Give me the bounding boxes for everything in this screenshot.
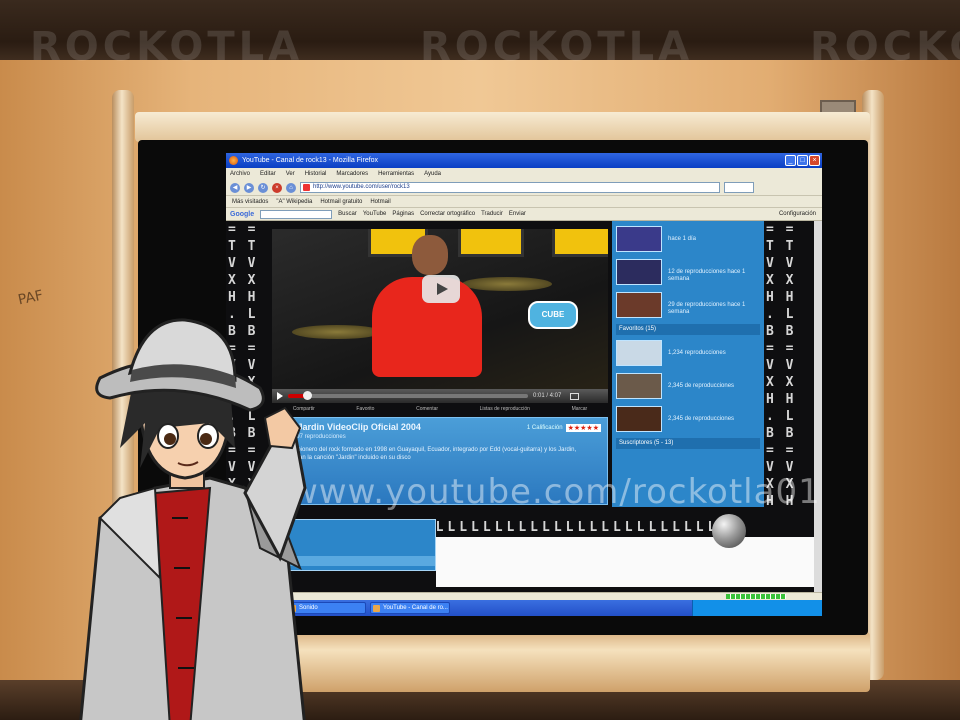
video-views: 197 reproducciones (293, 434, 346, 440)
address-bar[interactable]: http://www.youtube.com/user/rock13 (300, 182, 720, 193)
metal-orb (712, 514, 746, 548)
minimize-button[interactable]: _ (785, 155, 796, 166)
drummer-head (412, 235, 448, 275)
bookmark-item[interactable]: Hotmail (370, 196, 390, 207)
window-titlebar: YouTube - Canal de rock13 - Mozilla Fire… (226, 153, 822, 168)
bookmark-item[interactable]: Más visitados (232, 196, 268, 207)
video-thumbnail[interactable] (616, 340, 662, 366)
watermark: ROCKOTLA (810, 24, 960, 70)
google-toolbar: Google Buscar YouTube Páginas Correctar … (226, 208, 822, 221)
menu-ayuda[interactable]: Ayuda (424, 168, 441, 180)
search-input[interactable] (724, 182, 754, 193)
rating-stars-icon[interactable]: ★★★★★ (565, 424, 601, 432)
channel-sidebar: hace 1 día 12 de reproducciones hace 1 s… (612, 221, 764, 507)
video-thumbnail[interactable] (616, 292, 662, 318)
subscribers-header: Suscriptores (5 - 13) (616, 438, 760, 449)
page-scrollbar[interactable] (814, 221, 822, 592)
menu-herramientas[interactable]: Herramientas (378, 168, 414, 180)
top-beam (135, 112, 870, 142)
google-toolbar-item[interactable]: Traducir (481, 211, 503, 217)
menu-historial[interactable]: Historial (305, 168, 327, 180)
google-toolbar-item[interactable]: YouTube (363, 211, 387, 217)
favorites-header: Favoritos (15) (616, 324, 760, 335)
google-config-button[interactable]: Configuración (779, 211, 816, 217)
status-progress (726, 594, 786, 599)
video-list-item[interactable]: 2,345 de reproducciones (616, 404, 760, 434)
video-list-item[interactable]: 29 de reproducciones hace 1 semana (616, 290, 760, 320)
watermark: ROCKOTLA (30, 24, 304, 70)
video-meta: 2,345 de reproducciones (668, 383, 735, 389)
window-title: YouTube - Canal de rock13 - Mozilla Fire… (242, 157, 379, 164)
video-thumbnail[interactable] (616, 373, 662, 399)
google-toolbar-item[interactable]: Correctar ortográfico (420, 211, 475, 217)
play-button[interactable] (422, 275, 460, 303)
tab-flag[interactable]: Marcar (572, 406, 588, 416)
video-meta: hace 1 día (668, 236, 697, 242)
rating-label: 1 Calificación (526, 425, 563, 431)
menu-archivo[interactable]: Archivo (230, 168, 250, 180)
bookmarks-toolbar: Más visitados "A" Wikipedia Hotmail grat… (226, 196, 822, 208)
watermark: ROCKOTLA (420, 24, 694, 70)
forward-arrow-icon[interactable]: ▶ (244, 182, 254, 193)
google-toolbar-item[interactable]: Páginas (392, 211, 414, 217)
google-toolbar-item[interactable]: Enviar (509, 211, 526, 217)
taskbar-item[interactable]: YouTube - Canal de ro... (370, 602, 450, 614)
comments-area (436, 537, 822, 587)
video-meta: 29 de reproducciones hace 1 semana (668, 302, 746, 315)
video-meta: 1,234 reproducciones (668, 350, 726, 356)
menu-marcadores[interactable]: Marcadores (336, 168, 368, 180)
firefox-icon (229, 156, 238, 165)
video-time: 0:01 / 4:07 (533, 393, 562, 399)
video-player[interactable]: CUBE 0:01 / 4:07 (272, 229, 608, 403)
google-logo: Google (230, 210, 255, 218)
menu-editar[interactable]: Editar (260, 168, 276, 180)
back-arrow-icon[interactable]: ◀ (230, 182, 240, 193)
menu-ver[interactable]: Ver (286, 168, 295, 180)
video-thumbnail[interactable] (616, 406, 662, 432)
video-action-tabs: Compartir Favorito Comentar Listas de re… (272, 406, 608, 416)
cartoon-character (79, 318, 307, 720)
google-search-button[interactable]: Buscar (338, 211, 357, 217)
google-search-input[interactable] (260, 209, 333, 219)
reload-icon[interactable]: ↻ (258, 182, 268, 193)
video-rating: 1 Calificación ★★★★★ (527, 424, 601, 432)
tab-playlists[interactable]: Listas de reproducción (480, 406, 530, 416)
home-icon[interactable]: ⌂ (286, 182, 296, 193)
band-sticker: CUBE (528, 301, 578, 329)
video-description: Grupo pionero del rock formado en 1998 e… (279, 447, 577, 461)
close-button[interactable]: × (809, 155, 820, 166)
scene: PAF ROCKOTLA ROCKOTLA ROCKOTLA YouTube -… (0, 0, 960, 720)
video-thumbnail[interactable] (616, 259, 662, 285)
video-thumbnail[interactable] (616, 226, 662, 252)
bookmark-item[interactable]: "A" Wikipedia (276, 196, 312, 207)
tab-favorite[interactable]: Favorito (356, 406, 374, 416)
bookmark-item[interactable]: Hotmail gratuito (320, 196, 362, 207)
video-meta: 2,345 de reproducciones (668, 416, 735, 422)
stage-sign (458, 229, 524, 257)
video-list-item[interactable]: 2,345 de reproducciones (616, 371, 760, 401)
system-tray (692, 600, 822, 616)
navigation-toolbar: ◀ ▶ ↻ × ⌂ http://www.youtube.com/user/ro… (226, 180, 822, 196)
fullscreen-icon[interactable] (570, 392, 580, 400)
cymbal (462, 277, 552, 291)
stop-icon[interactable]: × (272, 182, 282, 193)
channel-url-overlay: www.youtube.com/rockotla01 (290, 472, 821, 512)
stage-sign (552, 229, 608, 257)
video-progress-bar[interactable] (288, 391, 528, 400)
video-list-item[interactable]: 1,234 reproducciones (616, 338, 760, 368)
video-list-item[interactable]: 12 de reproducciones hace 1 semana (616, 257, 760, 287)
video-list-item[interactable]: hace 1 día (616, 224, 760, 254)
maximize-button[interactable]: □ (797, 155, 808, 166)
menu-bar: Archivo Editar Ver Historial Marcadores … (226, 168, 822, 180)
video-meta: 12 de reproducciones hace 1 semana (668, 269, 746, 282)
tab-comment[interactable]: Comentar (416, 406, 438, 416)
video-controls: 0:01 / 4:07 (272, 389, 608, 403)
